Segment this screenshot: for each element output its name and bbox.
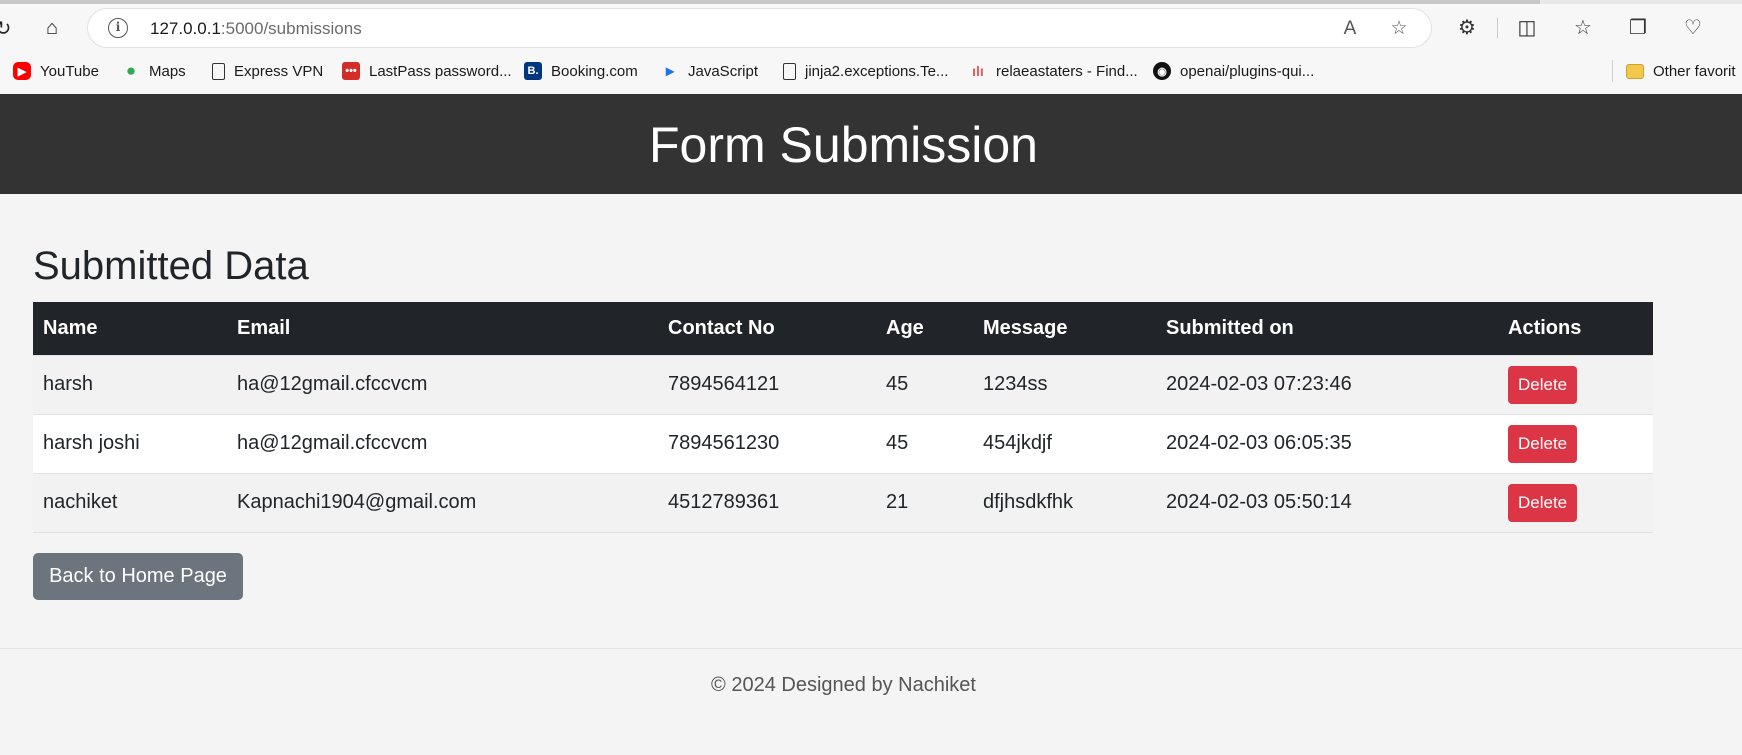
maps-pin-icon: ● [125, 61, 137, 80]
bookmark-label: openai/plugins-qui... [1180, 62, 1315, 80]
bookmarks-bar: ▶ YouTube ● Maps Express VPN ••• LastPas… [0, 56, 1742, 86]
cell-name: nachiket [33, 472, 227, 533]
bookmark-label: JavaScript [688, 62, 759, 80]
cell-submitted-on: 2024-02-03 07:23:46 [1156, 354, 1498, 414]
toolbar-divider [1497, 18, 1498, 38]
lastpass-icon: ••• [342, 62, 360, 80]
bookmark-other-favorites[interactable]: Other favorit [1626, 60, 1736, 82]
footer-divider [0, 648, 1742, 649]
table-row: harsh ha@12gmail.cfccvcm 7894564121 45 1… [33, 354, 1653, 414]
chart-icon: ılı [972, 63, 984, 79]
column-header-email: Email [237, 316, 291, 339]
extensions-icon[interactable]: ⚙ [1453, 14, 1481, 42]
tab-strip-edge [0, 0, 1742, 4]
javascript-icon: ▸ [665, 63, 675, 80]
section-title: Submitted Data [33, 244, 309, 288]
cell-message: 454jkdjf [973, 413, 1156, 473]
delete-button[interactable]: Delete [1508, 483, 1578, 522]
bookmark-label: YouTube [40, 62, 99, 80]
active-tab-edge[interactable] [0, 0, 1540, 4]
column-header-actions: Actions [1508, 316, 1582, 339]
cell-message: dfjhsdkfhk [973, 472, 1156, 533]
split-screen-icon[interactable]: ◫ [1513, 14, 1541, 42]
bookmark-javascript[interactable]: ▸ JavaScript [661, 60, 758, 82]
youtube-icon: ▶ [13, 62, 31, 80]
cell-contact: 4512789361 [658, 472, 876, 533]
submissions-table: Name Email Contact No Age Message Submit… [33, 302, 1653, 533]
table-row: harsh joshi ha@12gmail.cfccvcm 789456123… [33, 413, 1653, 473]
url-host: 127.0.0.1 [150, 19, 221, 38]
cell-actions: Delete [1498, 413, 1653, 473]
cell-actions: Delete [1498, 472, 1653, 533]
cell-age: 45 [876, 413, 973, 473]
column-header-contact: Contact No [668, 316, 775, 339]
url-text[interactable]: 127.0.0.1:5000/submissions [150, 19, 362, 39]
site-info-icon[interactable]: i [108, 18, 128, 38]
collections-icon[interactable]: ❐ [1624, 14, 1652, 42]
bookmark-lastpass[interactable]: ••• LastPass password... [342, 60, 512, 82]
booking-icon: B. [524, 62, 542, 80]
bookmark-youtube[interactable]: ▶ YouTube [13, 60, 99, 82]
bookmark-label: Other favorit [1653, 62, 1736, 80]
url-path: :5000/submissions [220, 19, 362, 38]
site-header: Form Submission [0, 94, 1742, 194]
bookmark-relaeastaters[interactable]: ılı relaeastaters - Find... [969, 60, 1138, 82]
favorites-icon[interactable]: ☆ [1569, 14, 1597, 42]
bookmark-openai-plugins[interactable]: ◉ openai/plugins-qui... [1153, 60, 1314, 82]
bookmark-label: Maps [149, 62, 186, 80]
cell-age: 21 [876, 472, 973, 533]
column-header-message: Message [983, 316, 1068, 339]
cell-submitted-on: 2024-02-03 06:05:35 [1156, 413, 1498, 473]
table-body: harsh ha@12gmail.cfccvcm 7894564121 45 1… [33, 354, 1653, 533]
page-icon [212, 62, 225, 80]
bookmark-booking[interactable]: B. Booking.com [524, 60, 638, 82]
address-bar[interactable]: i 127.0.0.1:5000/submissions A ☆ [88, 9, 1431, 47]
read-aloud-icon[interactable]: A [1338, 18, 1362, 40]
cell-submitted-on: 2024-02-03 05:50:14 [1156, 472, 1498, 533]
bookmark-label: Booking.com [551, 62, 638, 80]
reload-icon[interactable]: ↻ [0, 14, 18, 42]
bookmark-label: relaeastaters - Find... [996, 62, 1138, 80]
header-row: Name Email Contact No Age Message Submit… [33, 302, 1653, 355]
column-header-submitted-on: Submitted on [1166, 316, 1294, 339]
cell-email: Kapnachi1904@gmail.com [227, 472, 658, 533]
bookmark-label: LastPass password... [369, 62, 512, 80]
back-to-home-button[interactable]: Back to Home Page [33, 553, 243, 600]
cell-contact: 7894564121 [658, 354, 876, 414]
bookmark-label: jinja2.exceptions.Te... [805, 62, 949, 80]
cell-email: ha@12gmail.cfccvcm [227, 413, 658, 473]
cell-age: 45 [876, 354, 973, 414]
bookmark-express-vpn[interactable]: Express VPN [212, 60, 323, 82]
cell-name: harsh joshi [33, 413, 227, 473]
delete-button[interactable]: Delete [1508, 365, 1578, 404]
cell-email: ha@12gmail.cfccvcm [227, 354, 658, 414]
cell-contact: 7894561230 [658, 413, 876, 473]
cell-message: 1234ss [973, 354, 1156, 414]
github-icon: ◉ [1153, 62, 1171, 80]
delete-button[interactable]: Delete [1508, 424, 1578, 463]
browser-essentials-icon[interactable]: ♡ [1679, 14, 1707, 42]
table-header: Name Email Contact No Age Message Submit… [33, 302, 1653, 355]
cell-name: harsh [33, 354, 227, 414]
bookmark-maps[interactable]: ● Maps [122, 60, 186, 82]
folder-icon [1626, 63, 1644, 79]
bookmarks-divider [1612, 60, 1613, 82]
page-icon [783, 62, 796, 80]
favorite-star-icon[interactable]: ☆ [1387, 18, 1411, 40]
bookmark-jinja2[interactable]: jinja2.exceptions.Te... [783, 60, 948, 82]
column-header-age: Age [886, 316, 924, 339]
column-header-name: Name [43, 316, 98, 339]
cell-actions: Delete [1498, 354, 1653, 414]
page-title: Form Submission [649, 117, 1038, 173]
table-row: nachiket Kapnachi1904@gmail.com 45127893… [33, 472, 1653, 533]
home-icon[interactable]: ⌂ [37, 14, 67, 42]
bookmark-label: Express VPN [234, 62, 324, 80]
footer-text: © 2024 Designed by Nachiket [711, 674, 976, 696]
